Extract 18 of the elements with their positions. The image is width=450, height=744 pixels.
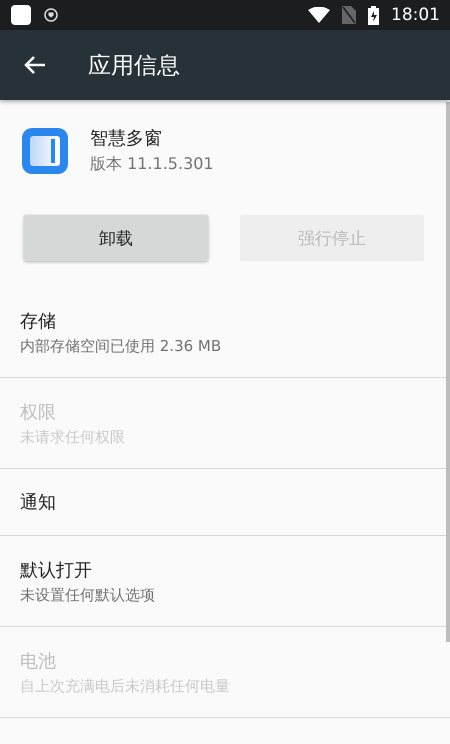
item-title: 通知 [20, 491, 57, 514]
no-sim-icon [342, 6, 356, 24]
item-summary: 内部存储空间已使用 2.36 MB [20, 336, 222, 356]
item-title: 默认打开 [20, 558, 93, 582]
app-version: 版本 11.1.5.301 [90, 154, 214, 175]
toolbar-title: 应用信息 [88, 52, 180, 80]
battery-charging-icon [368, 6, 379, 24]
item-title: 存储 [20, 310, 57, 332]
item-summary: 未设置任何默认选项 [20, 586, 156, 604]
item-title: 电池 [20, 650, 57, 672]
wifi-icon [308, 7, 330, 23]
shield-icon [44, 8, 58, 22]
app-name: 智慧多窗 [90, 127, 163, 150]
uninstall-button[interactable]: 卸载 [24, 215, 208, 261]
app-icon [22, 128, 68, 174]
notification-icon [10, 4, 32, 26]
item-title: 权限 [20, 400, 57, 424]
status-time: 18:01 [391, 5, 440, 25]
